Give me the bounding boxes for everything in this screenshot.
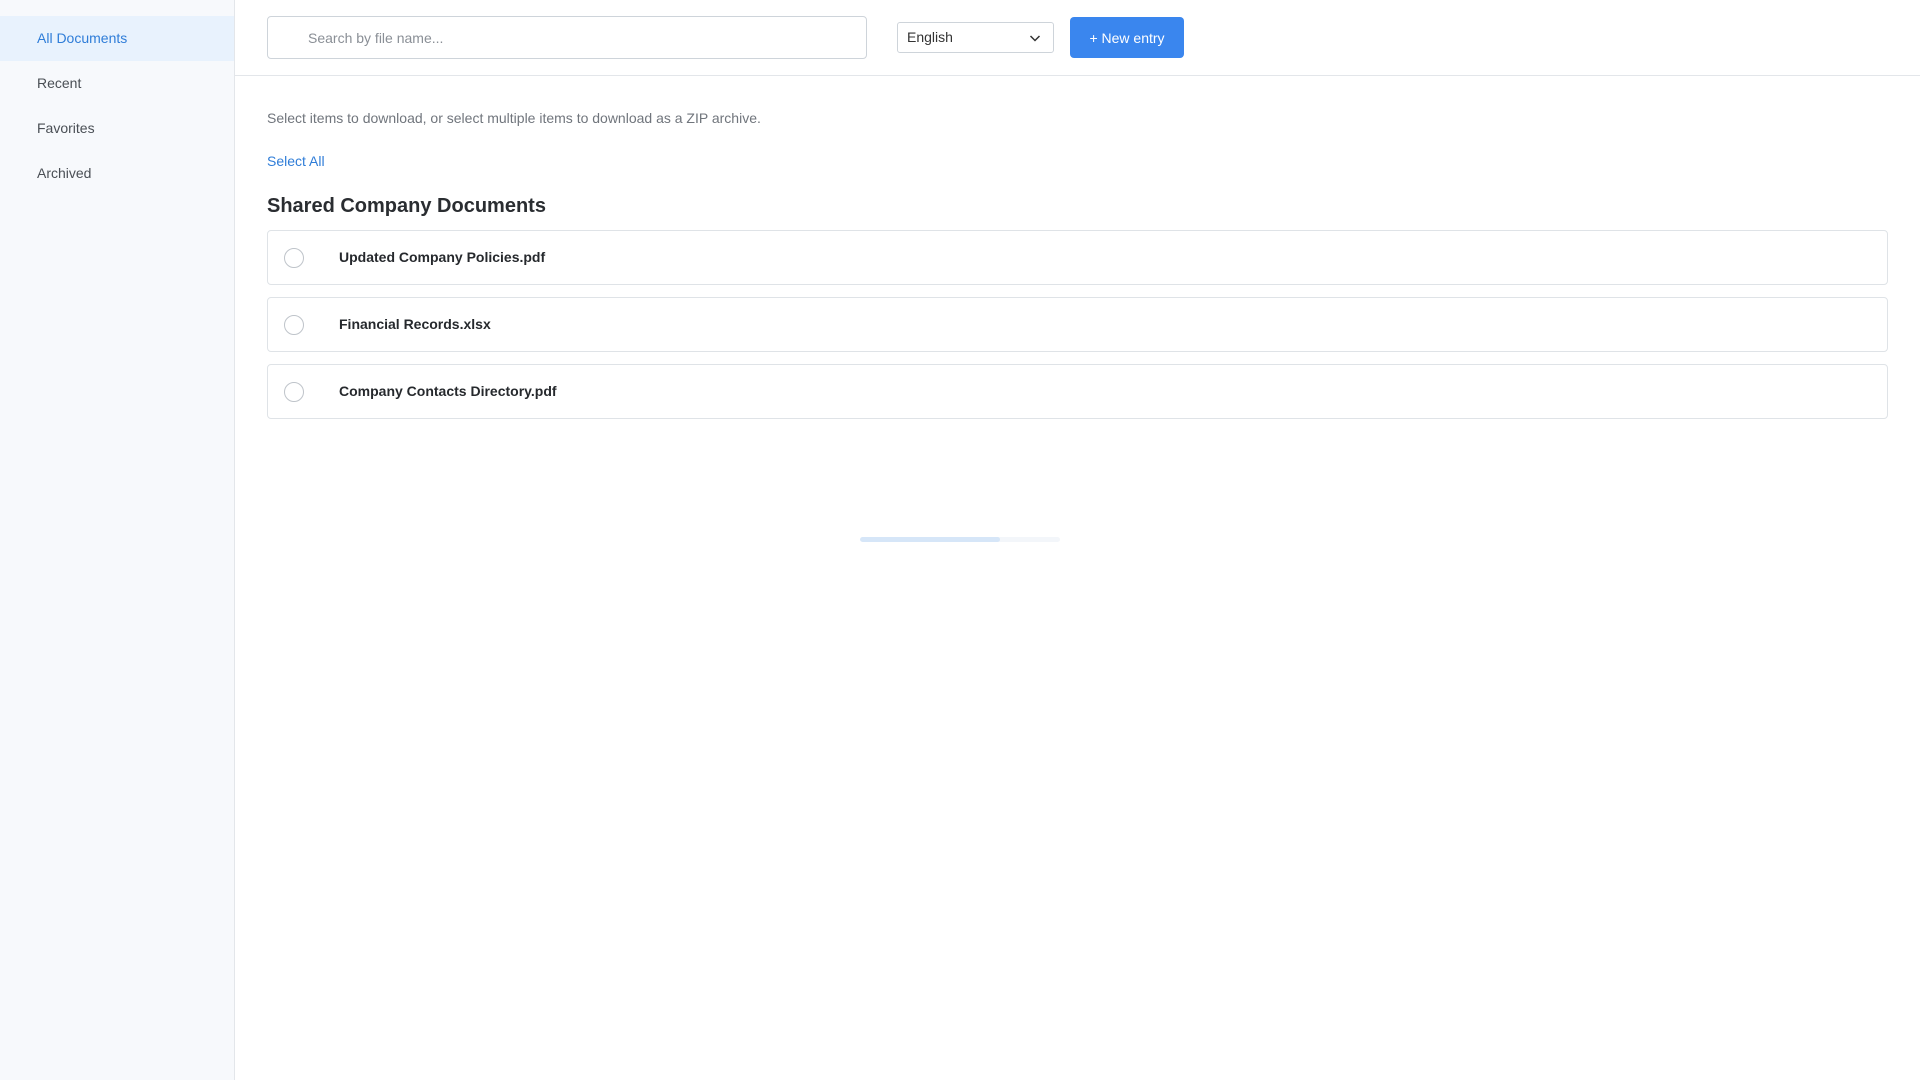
sidebar-item-recent[interactable]: Recent — [0, 61, 234, 106]
new-entry-button[interactable]: + New entry — [1070, 17, 1184, 58]
loading-progress-fill — [860, 537, 1000, 542]
file-select-radio[interactable] — [284, 315, 304, 335]
app-root: All Documents Recent Favorites Archived … — [0, 0, 1920, 1080]
sidebar: All Documents Recent Favorites Archived — [0, 0, 235, 1080]
sidebar-item-all-documents[interactable]: All Documents — [0, 16, 234, 61]
file-row[interactable]: Company Contacts Directory.pdf — [267, 364, 1888, 419]
file-select-radio[interactable] — [284, 382, 304, 402]
chevron-down-icon — [1029, 35, 1041, 42]
sidebar-item-favorites[interactable]: Favorites — [0, 106, 234, 151]
search-box[interactable] — [267, 16, 867, 59]
main-panel: English + New entry Select items to down… — [235, 0, 1920, 1080]
select-all-link[interactable]: Select All — [267, 153, 325, 169]
content-area: Select items to download, or select mult… — [235, 110, 1920, 419]
file-list: Updated Company Policies.pdf Financial R… — [267, 230, 1888, 419]
file-name: Financial Records.xlsx — [339, 316, 491, 332]
instructions-text: Select items to download, or select mult… — [267, 110, 761, 126]
file-name: Updated Company Policies.pdf — [339, 249, 546, 265]
search-input[interactable] — [268, 17, 866, 58]
sidebar-item-archived[interactable]: Archived — [0, 151, 234, 196]
section-title: Shared Company Documents — [267, 195, 546, 217]
top-toolbar: English + New entry — [235, 0, 1920, 76]
file-row[interactable]: Updated Company Policies.pdf — [267, 230, 1888, 285]
loading-progress-bar — [860, 537, 1060, 542]
file-name: Company Contacts Directory.pdf — [339, 383, 557, 399]
language-select-value: English — [907, 29, 953, 45]
file-select-radio[interactable] — [284, 248, 304, 268]
file-row[interactable]: Financial Records.xlsx — [267, 297, 1888, 352]
language-select[interactable]: English — [897, 22, 1054, 53]
